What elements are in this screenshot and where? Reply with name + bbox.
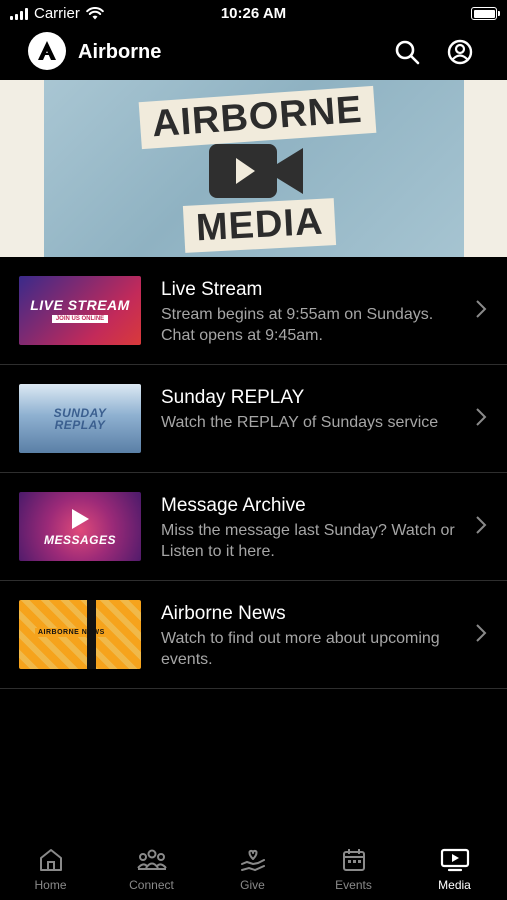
item-description: Watch to find out more about upcoming ev… (161, 630, 440, 668)
app-title: Airborne (78, 41, 162, 63)
tab-label: Media (438, 878, 471, 892)
list-item-message-archive[interactable]: MESSAGES Message Archive Miss the messag… (0, 473, 507, 581)
tab-label: Connect (129, 878, 174, 892)
app-header: Airborne (0, 30, 507, 78)
thumb-text: LIVE STREAM (30, 297, 130, 313)
tab-label: Home (34, 878, 67, 892)
hero-line1: AIRBORNE (138, 85, 377, 150)
hero-line2: MEDIA (182, 198, 337, 253)
item-description: Miss the message last Sunday? Watch or L… (161, 522, 455, 560)
profile-button[interactable] (446, 38, 474, 66)
home-icon (39, 849, 62, 871)
item-title: Message Archive (161, 495, 306, 516)
thumb-text: SUNDAY REPLAY (53, 405, 107, 432)
people-icon (136, 849, 167, 870)
message-archive-thumbnail: MESSAGES (19, 492, 141, 561)
list-item-airborne-news[interactable]: AIRBORNE NEWS Airborne News Watch to fin… (0, 581, 507, 689)
item-title: Airborne News (161, 603, 286, 624)
tab-events[interactable]: Events (303, 848, 404, 892)
item-text: Airborne News Watch to find out more abo… (161, 603, 461, 670)
chevron-right-icon (476, 300, 487, 318)
search-button[interactable] (393, 38, 421, 66)
airborne-news-thumbnail: AIRBORNE NEWS (19, 600, 141, 669)
status-bar: Carrier 10:26 AM (0, 0, 507, 30)
chevron-right-icon (476, 624, 487, 642)
airborne-logo (28, 32, 66, 70)
tab-label: Events (335, 878, 372, 892)
item-title: Live Stream (161, 279, 263, 300)
item-text: Message Archive Miss the message last Su… (161, 495, 461, 562)
sunday-replay-thumbnail: SUNDAY REPLAY (19, 384, 141, 453)
tab-give[interactable]: Give (202, 848, 303, 892)
give-icon (240, 849, 265, 872)
profile-icon (447, 39, 473, 65)
list-item-sunday-replay[interactable]: SUNDAY REPLAY Sunday REPLAY Watch the RE… (0, 365, 507, 473)
tab-label: Give (240, 878, 265, 892)
chevron-right-icon (476, 408, 487, 426)
item-title: Sunday REPLAY (161, 387, 305, 408)
video-camera-icon (209, 144, 303, 198)
list-item-live-stream[interactable]: LIVE STREAM JOIN US ONLINE Live Stream S… (0, 257, 507, 365)
item-description: Watch the REPLAY of Sundays service (161, 414, 439, 431)
hero-background: AIRBORNE MEDIA (44, 80, 464, 257)
status-time: 10:26 AM (220, 5, 287, 22)
live-stream-thumbnail: LIVE STREAM JOIN US ONLINE (19, 276, 141, 345)
hero-banner: AIRBORNE MEDIA (0, 80, 507, 257)
thumb-stripe (87, 600, 96, 669)
item-text: Sunday REPLAY Watch the REPLAY of Sunday… (161, 387, 461, 433)
thumb-text: MESSAGES (43, 532, 116, 547)
tab-connect[interactable]: Connect (101, 848, 202, 892)
media-list: LIVE STREAM JOIN US ONLINE Live Stream S… (0, 257, 507, 689)
calendar-icon (342, 849, 365, 871)
tab-bar: Home Connect Give Events Media (0, 840, 507, 900)
tab-home[interactable]: Home (0, 848, 101, 892)
item-text: Live Stream Stream begins at 9:55am on S… (161, 279, 461, 346)
item-description: Stream begins at 9:55am on Sundays. Chat… (161, 306, 434, 344)
play-icon (72, 508, 89, 529)
media-icon (440, 848, 469, 872)
battery-icon (471, 7, 500, 20)
search-icon (395, 40, 420, 65)
tab-media[interactable]: Media (404, 848, 505, 892)
chevron-right-icon (476, 516, 487, 534)
logo-icon (38, 41, 56, 60)
thumb-text: AIRBORNE NEWS (35, 628, 108, 637)
thumb-subtext: JOIN US ONLINE (51, 315, 109, 323)
